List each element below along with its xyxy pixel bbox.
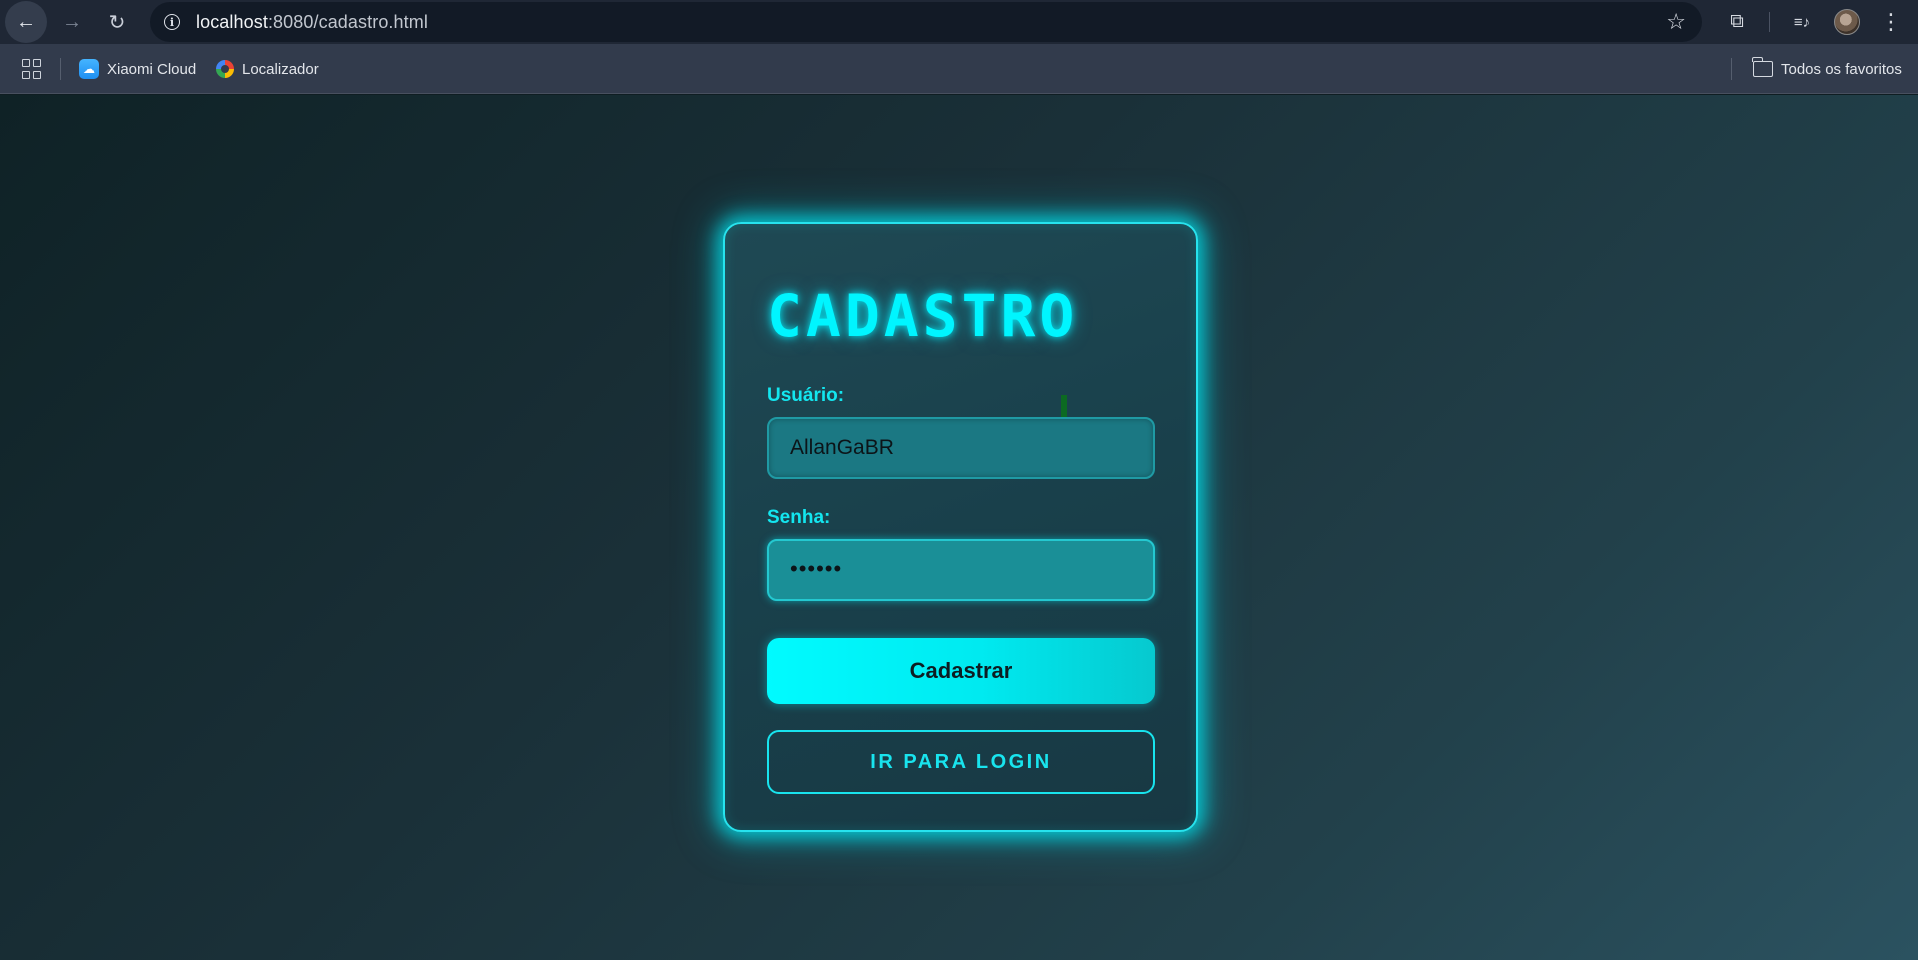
menu-icon[interactable]: ⋮ [1877,8,1905,36]
reload-icon[interactable]: ↻ [95,3,139,41]
media-icon[interactable]: ≡♪ [1788,8,1816,36]
page-background: CADASTRO Usuário: AllanGaBR Senha: •••••… [0,95,1918,960]
folder-icon [1752,57,1773,77]
toolbar-divider [1769,12,1770,32]
bookmark-localizador[interactable]: Localizador [216,58,319,80]
password-value: •••••• [790,556,843,581]
back-icon[interactable]: ← [5,1,47,43]
browser-toolbar: ← → ↻ i localhost:8080/cadastro.html ☆ ⧉… [0,0,1918,44]
address-bar[interactable]: i localhost:8080/cadastro.html ☆ [150,2,1702,42]
bookmark-label: Xiaomi Cloud [107,60,197,78]
info-icon[interactable]: i [160,10,184,34]
page-title: CADASTRO [767,282,1079,350]
register-button[interactable]: Cadastrar [767,638,1155,704]
go-to-login-label: IR PARA LOGIN [870,750,1052,773]
mouse-cursor-mark [1061,395,1067,418]
username-label: Usuário: [767,385,845,406]
locator-icon [216,60,234,78]
avatar[interactable] [1834,9,1860,35]
bookmarks-divider [60,58,61,80]
bookmark-label: Localizador [242,60,319,78]
bookmarks-divider-right [1731,58,1732,80]
bookmarks-bar: ☁ Xiaomi Cloud Localizador Todos os favo… [0,44,1918,94]
register-button-label: Cadastrar [909,658,1013,683]
username-value: AllanGaBR [790,436,894,459]
password-label: Senha: [767,507,831,528]
username-input[interactable]: AllanGaBR [767,417,1155,479]
all-favorites-folder[interactable]: Todos os favoritos [1752,57,1902,80]
cloud-icon: ☁ [79,59,99,79]
star-icon[interactable]: ☆ [1666,9,1686,35]
apps-grid-icon[interactable] [22,59,42,79]
go-to-login-button[interactable]: IR PARA LOGIN [767,730,1155,794]
forward-icon[interactable]: → [50,3,94,41]
extensions-icon[interactable]: ⧉ [1723,8,1751,36]
password-input[interactable]: •••••• [767,539,1155,601]
bookmark-xiaomi-cloud[interactable]: ☁ Xiaomi Cloud [79,58,196,80]
register-card: CADASTRO Usuário: AllanGaBR Senha: •••••… [723,222,1198,832]
all-favorites-label: Todos os favoritos [1781,60,1902,78]
url-text[interactable]: localhost:8080/cadastro.html [196,12,428,33]
